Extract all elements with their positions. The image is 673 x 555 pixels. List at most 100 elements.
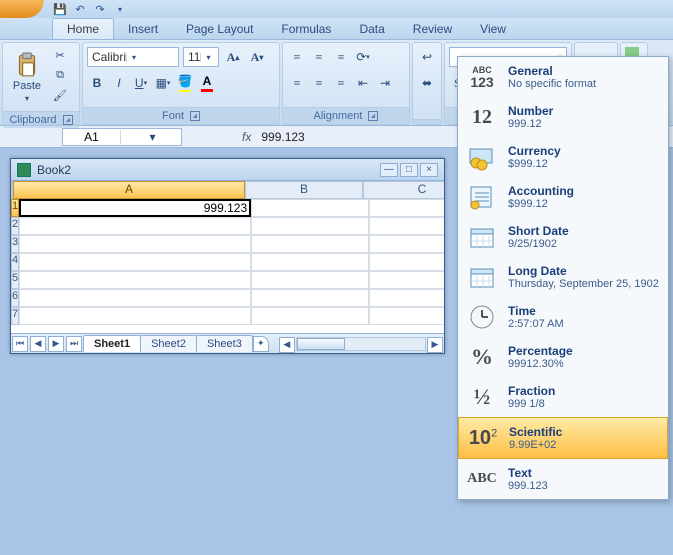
- row-header[interactable]: 3: [11, 235, 19, 253]
- number-format-currency[interactable]: Currency $999.12: [458, 137, 668, 177]
- fx-icon[interactable]: fx: [242, 130, 251, 144]
- cell[interactable]: [369, 271, 444, 289]
- align-middle-button[interactable]: ≡: [309, 47, 329, 67]
- prev-sheet-button[interactable]: ◀: [30, 336, 46, 352]
- cell[interactable]: [251, 271, 369, 289]
- qat-customize[interactable]: ▾: [112, 1, 128, 17]
- merge-button[interactable]: ⬌: [417, 73, 437, 93]
- number-format-accounting[interactable]: Accounting $999.12: [458, 177, 668, 217]
- increase-indent-button[interactable]: ⇥: [375, 73, 395, 93]
- row-header[interactable]: 6: [11, 289, 19, 307]
- format-painter-button[interactable]: 🖌: [51, 87, 69, 103]
- scroll-thumb[interactable]: [297, 338, 345, 350]
- scroll-left-button[interactable]: ◀: [279, 337, 295, 353]
- wrap-text-button[interactable]: ↩: [417, 47, 437, 67]
- paste-button[interactable]: Paste ▾: [7, 47, 47, 107]
- number-format-text[interactable]: ABC Text 999.123: [458, 459, 668, 499]
- formula-content[interactable]: 999.123: [261, 130, 304, 144]
- border-button[interactable]: ▦▾: [153, 73, 173, 93]
- workbook-titlebar[interactable]: Book2 — □ ×: [11, 159, 444, 181]
- grow-font-button[interactable]: A▴: [223, 47, 243, 67]
- redo-button[interactable]: ↷: [92, 1, 108, 17]
- decrease-indent-button[interactable]: ⇤: [353, 73, 373, 93]
- column-header-a[interactable]: A: [13, 181, 245, 199]
- align-center-button[interactable]: ≡: [309, 73, 329, 93]
- fill-color-button[interactable]: 🪣: [175, 73, 195, 93]
- sheet-tab[interactable]: Sheet2: [140, 335, 197, 352]
- column-header-b[interactable]: B: [245, 181, 363, 199]
- cell-a1[interactable]: 999.123: [19, 199, 251, 217]
- scroll-right-button[interactable]: ▶: [427, 337, 443, 353]
- align-top-button[interactable]: ≡: [287, 47, 307, 67]
- align-right-button[interactable]: ≡: [331, 73, 351, 93]
- cell[interactable]: [251, 289, 369, 307]
- tab-home[interactable]: Home: [52, 18, 114, 39]
- first-sheet-button[interactable]: ⏮: [12, 336, 28, 352]
- cell[interactable]: [19, 271, 251, 289]
- cell[interactable]: [369, 217, 444, 235]
- shrink-font-button[interactable]: A▾: [247, 47, 267, 67]
- office-button[interactable]: [0, 0, 44, 18]
- copy-button[interactable]: ⧉: [51, 67, 69, 83]
- sheet-tab[interactable]: Sheet1: [83, 335, 141, 352]
- italic-button[interactable]: I: [109, 73, 129, 93]
- number-format-fraction[interactable]: ½ Fraction 999 1/8: [458, 377, 668, 417]
- sheet-tab[interactable]: Sheet3: [196, 335, 253, 352]
- maximize-button[interactable]: □: [400, 163, 418, 177]
- tab-view[interactable]: View: [466, 19, 520, 39]
- cell[interactable]: [19, 253, 251, 271]
- number-format-longdate[interactable]: Long Date Thursday, September 25, 1902: [458, 257, 668, 297]
- cell[interactable]: [251, 199, 369, 217]
- next-sheet-button[interactable]: ▶: [48, 336, 64, 352]
- close-button[interactable]: ×: [420, 163, 438, 177]
- horizontal-scrollbar[interactable]: ◀ ▶: [278, 337, 444, 351]
- cell[interactable]: [19, 307, 251, 325]
- font-color-button[interactable]: A: [197, 73, 217, 93]
- number-format-general[interactable]: ABC123 General No specific format: [458, 57, 668, 97]
- font-name-combo[interactable]: Calibri▾: [87, 47, 179, 67]
- cell[interactable]: [19, 217, 251, 235]
- cut-button[interactable]: ✂: [51, 47, 69, 63]
- cell[interactable]: [369, 235, 444, 253]
- cell[interactable]: [19, 289, 251, 307]
- row-header[interactable]: 1: [11, 199, 19, 217]
- orientation-button[interactable]: ⟳▾: [353, 47, 373, 67]
- row-header[interactable]: 7: [11, 307, 19, 325]
- cell[interactable]: [369, 307, 444, 325]
- align-left-button[interactable]: ≡: [287, 73, 307, 93]
- row-header[interactable]: 5: [11, 271, 19, 289]
- row-header[interactable]: 2: [11, 217, 19, 235]
- cell[interactable]: [369, 253, 444, 271]
- underline-button[interactable]: U▾: [131, 73, 151, 93]
- last-sheet-button[interactable]: ⏭: [66, 336, 82, 352]
- number-format-shortdate[interactable]: Short Date 9/25/1902: [458, 217, 668, 257]
- tab-review[interactable]: Review: [399, 19, 466, 39]
- new-sheet-button[interactable]: ✦: [253, 336, 269, 352]
- name-box[interactable]: A1 ▾: [62, 128, 182, 146]
- column-header-c[interactable]: C: [363, 181, 444, 199]
- cell[interactable]: [369, 289, 444, 307]
- number-format-percentage[interactable]: % Percentage 99912.30%: [458, 337, 668, 377]
- tab-formulas[interactable]: Formulas: [267, 19, 345, 39]
- cell[interactable]: [369, 199, 444, 217]
- bold-button[interactable]: B: [87, 73, 107, 93]
- tab-data[interactable]: Data: [345, 19, 398, 39]
- number-format-time[interactable]: Time 2:57:07 AM: [458, 297, 668, 337]
- row-header[interactable]: 4: [11, 253, 19, 271]
- alignment-launcher[interactable]: [368, 111, 378, 121]
- minimize-button[interactable]: —: [380, 163, 398, 177]
- clipboard-launcher[interactable]: [63, 115, 73, 125]
- save-button[interactable]: 💾: [52, 1, 68, 17]
- number-format-scientific[interactable]: 102 Scientific 9.99E+02: [458, 417, 668, 459]
- font-size-combo[interactable]: 11▾: [183, 47, 219, 67]
- cell[interactable]: [251, 217, 369, 235]
- align-bottom-button[interactable]: ≡: [331, 47, 351, 67]
- cell[interactable]: [251, 235, 369, 253]
- undo-button[interactable]: ↶: [72, 1, 88, 17]
- cell[interactable]: [251, 253, 369, 271]
- cell[interactable]: [251, 307, 369, 325]
- font-launcher[interactable]: [190, 111, 200, 121]
- tab-page-layout[interactable]: Page Layout: [172, 19, 267, 39]
- tab-insert[interactable]: Insert: [114, 19, 172, 39]
- cell[interactable]: [19, 235, 251, 253]
